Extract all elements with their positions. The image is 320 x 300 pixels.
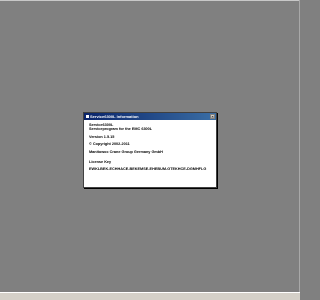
dialog-content: Service6300L Serviceprogram for the EMC … — [84, 120, 216, 172]
close-icon: × — [211, 114, 214, 119]
dialog-title: Service6300L Information — [90, 114, 139, 119]
taskbar — [0, 292, 300, 300]
dialog-titlebar[interactable]: Service6300L Information × — [84, 113, 216, 120]
about-dialog: Service6300L Information × Service6300L … — [83, 112, 217, 188]
license-key: EWKLBEK-ECHHACE-BEKEMSE-EHEBUM-GTEKHCE-D… — [89, 167, 207, 172]
app-icon — [86, 115, 89, 119]
desktop: Service6300L Information × Service6300L … — [0, 0, 300, 300]
close-button[interactable]: × — [210, 114, 215, 119]
screen-right-edge — [299, 0, 300, 300]
screen-top-edge — [0, 0, 300, 1]
